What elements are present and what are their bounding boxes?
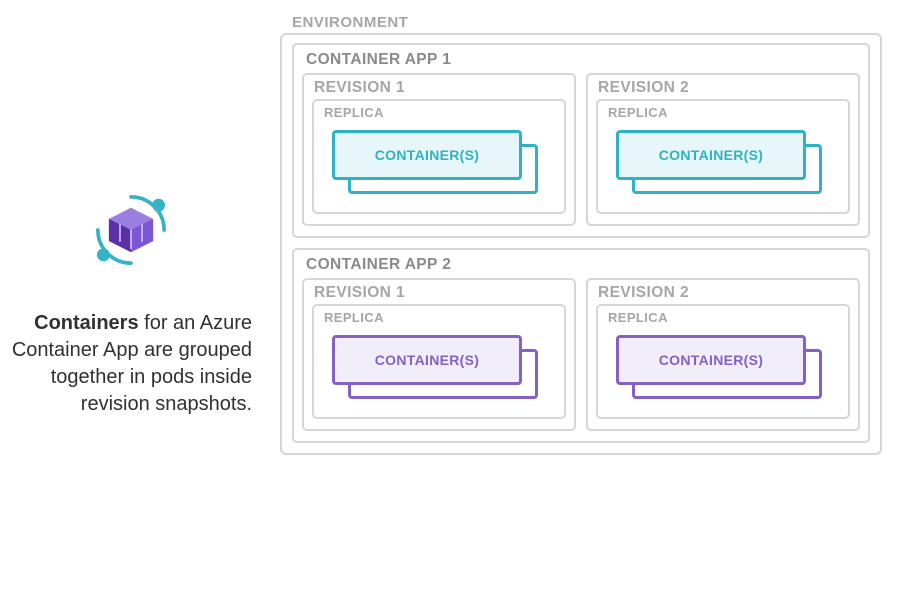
- container-apps-icon: [81, 180, 181, 280]
- description-text: Containers for an Azure Container App ar…: [10, 310, 252, 418]
- revision-label: REVISION 1: [314, 284, 566, 302]
- container-card: CONTAINER(S): [332, 335, 522, 385]
- revision-label: REVISION 2: [598, 79, 850, 97]
- container-card: CONTAINER(S): [616, 130, 806, 180]
- description-lead: Containers: [34, 312, 138, 334]
- container-stack: CONTAINER(S): [322, 128, 556, 196]
- replica-label: REPLICA: [324, 310, 556, 325]
- revision-box: REVISION 1 REPLICA CONTAINER(S): [302, 73, 576, 226]
- replica-box: REPLICA CONTAINER(S): [312, 304, 566, 419]
- replica-box: REPLICA CONTAINER(S): [596, 99, 850, 214]
- environment-label: ENVIRONMENT: [292, 14, 882, 31]
- revision-label: REVISION 1: [314, 79, 566, 97]
- description-panel: Containers for an Azure Container App ar…: [0, 0, 280, 597]
- replica-label: REPLICA: [608, 310, 840, 325]
- environment-box: CONTAINER APP 1 REVISION 1 REPLICA CONTA…: [280, 33, 882, 455]
- container-card: CONTAINER(S): [616, 335, 806, 385]
- revision-box: REVISION 2 REPLICA CONTAINER(S): [586, 278, 860, 431]
- replica-box: REPLICA CONTAINER(S): [312, 99, 566, 214]
- replica-box: REPLICA CONTAINER(S): [596, 304, 850, 419]
- revision-box: REVISION 2 REPLICA CONTAINER(S): [586, 73, 860, 226]
- container-app-2-label: CONTAINER APP 2: [306, 256, 860, 274]
- container-app-1-label: CONTAINER APP 1: [306, 51, 860, 69]
- container-card: CONTAINER(S): [332, 130, 522, 180]
- replica-label: REPLICA: [324, 105, 556, 120]
- container-app-1-revisions: REVISION 1 REPLICA CONTAINER(S) REVISION…: [302, 73, 860, 226]
- container-app-2: CONTAINER APP 2 REVISION 1 REPLICA CONTA…: [292, 248, 870, 443]
- revision-box: REVISION 1 REPLICA CONTAINER(S): [302, 278, 576, 431]
- revision-label: REVISION 2: [598, 284, 850, 302]
- diagram-panel: ENVIRONMENT CONTAINER APP 1 REVISION 1 R…: [280, 0, 900, 597]
- replica-label: REPLICA: [608, 105, 840, 120]
- container-stack: CONTAINER(S): [606, 333, 840, 401]
- container-stack: CONTAINER(S): [606, 128, 840, 196]
- container-app-2-revisions: REVISION 1 REPLICA CONTAINER(S) REVISION…: [302, 278, 860, 431]
- container-stack: CONTAINER(S): [322, 333, 556, 401]
- container-app-1: CONTAINER APP 1 REVISION 1 REPLICA CONTA…: [292, 43, 870, 238]
